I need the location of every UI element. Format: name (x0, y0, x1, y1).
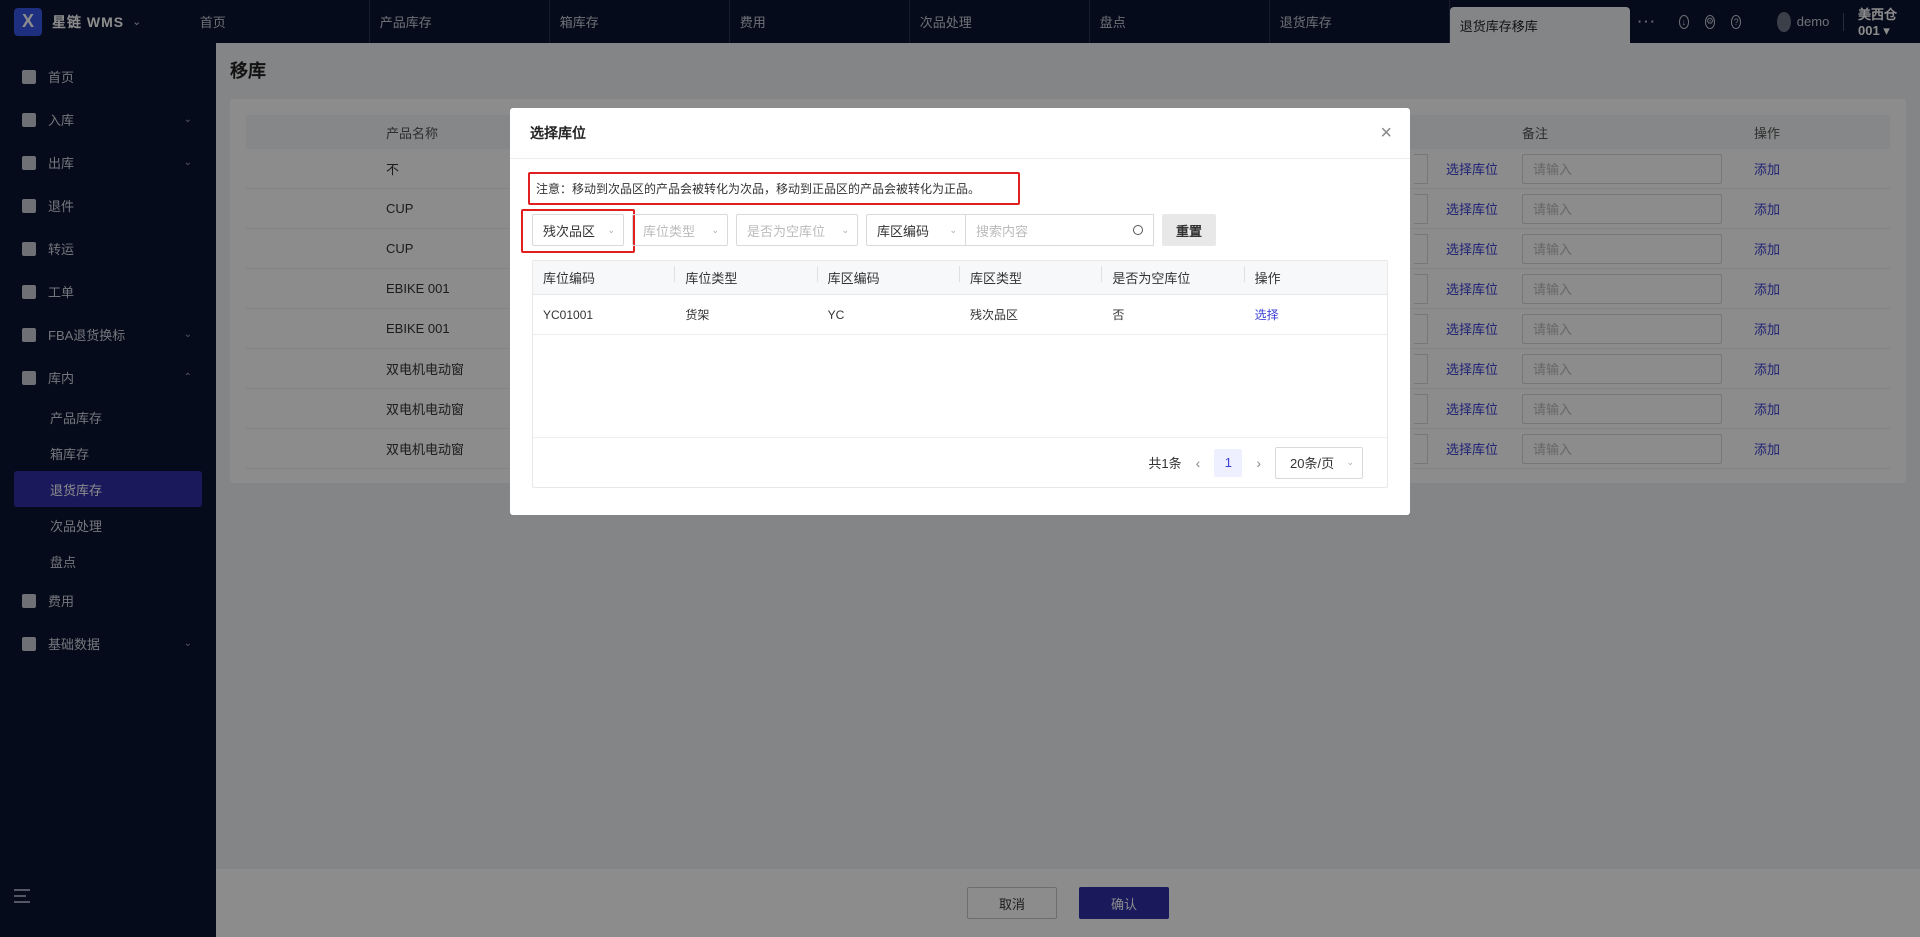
page-size-select[interactable]: 20条/页 ⌄ (1275, 446, 1363, 479)
location-type-select[interactable]: 库位类型 ⌄ (632, 214, 728, 246)
select-location-modal: 选择库位 × 注意：移动到次品区的产品会被转化为次品，移动到正品区的产品会被转化… (510, 108, 1410, 515)
search-field-select[interactable]: 库区编码 ⌄ (866, 214, 966, 246)
close-icon[interactable]: × (1380, 122, 1392, 145)
total-count: 共1条 (1148, 456, 1182, 471)
modal-title: 选择库位 (530, 125, 586, 141)
location-table: 库位编码 库位类型 库区编码 库区类型 是否为空库位 操作 YC01001 货架… (532, 260, 1388, 488)
modal-header: 选择库位 × (510, 108, 1410, 159)
search-input[interactable]: 搜索内容 (966, 214, 1154, 246)
filter-row: 残次品区 ⌄ 库位类型 ⌄ 是否为空库位 ⌄ 库区编码 ⌄ 搜索内容 重置 (521, 209, 1216, 253)
notice-text: 注意：移动到次品区的产品会被转化为次品，移动到正品区的产品会被转化为正品。 (528, 172, 1020, 205)
chevron-down-icon: ⌄ (711, 224, 719, 235)
zone-type-select[interactable]: 残次品区 ⌄ (521, 209, 635, 253)
chevron-down-icon: ⌄ (841, 224, 849, 235)
table-header: 库位编码 库位类型 库区编码 库区类型 是否为空库位 操作 (533, 261, 1387, 295)
reset-button[interactable]: 重置 (1162, 214, 1216, 246)
page-number[interactable]: 1 (1214, 448, 1243, 477)
chevron-down-icon: ⌄ (949, 224, 957, 235)
empty-location-select[interactable]: 是否为空库位 ⌄ (736, 214, 858, 246)
search-icon[interactable] (1133, 225, 1143, 235)
next-page-icon[interactable]: › (1256, 455, 1261, 471)
table-row: YC01001 货架 YC 残次品区 否 选择 (533, 295, 1387, 335)
chevron-down-icon: ⌄ (1346, 457, 1354, 467)
chevron-down-icon: ⌄ (607, 224, 615, 235)
pagination: 共1条 ‹ 1 › 20条/页 ⌄ (533, 437, 1387, 487)
select-link[interactable]: 选择 (1245, 306, 1387, 323)
prev-page-icon[interactable]: ‹ (1196, 455, 1201, 471)
